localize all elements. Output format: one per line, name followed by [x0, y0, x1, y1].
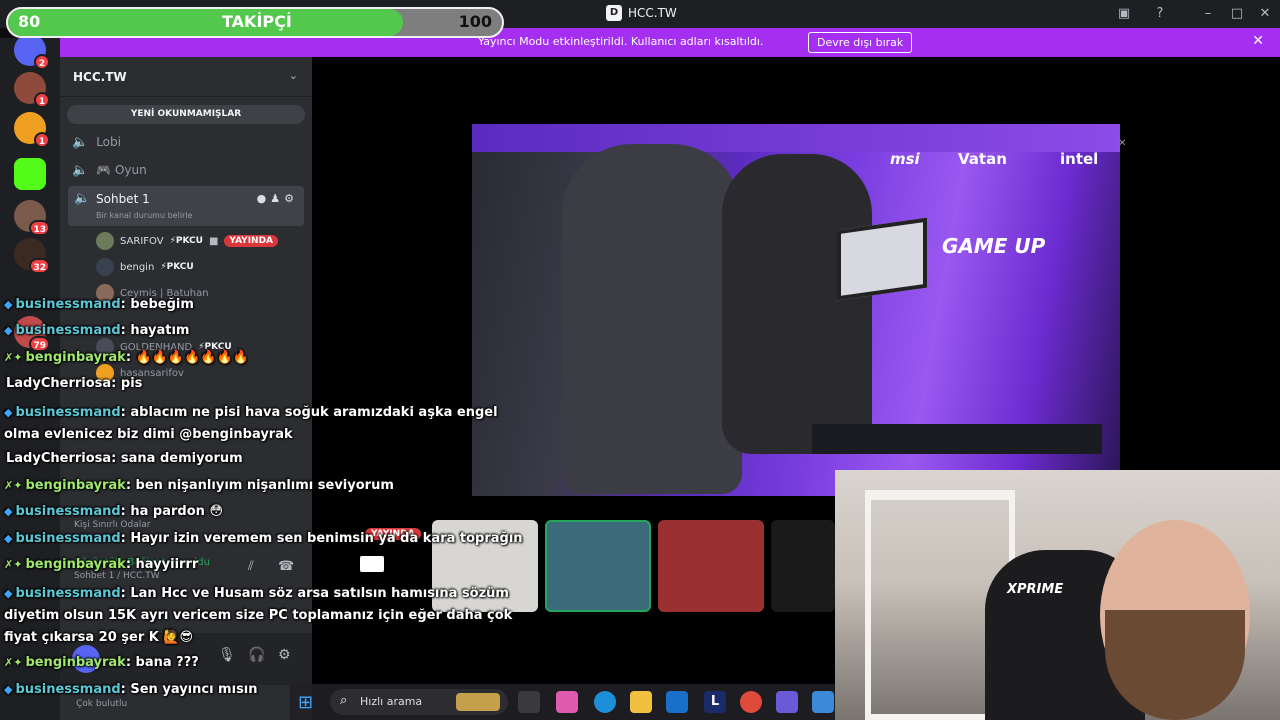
help-icon[interactable]: ?: [1150, 4, 1170, 24]
chat-username: LadyCherriosa: [6, 451, 112, 466]
chat-username: benginbayrak: [25, 478, 126, 493]
teams-icon[interactable]: [776, 691, 798, 713]
chat-username: businessmand: [15, 682, 121, 697]
follower-current: 80: [18, 12, 41, 31]
follower-goal: 100: [458, 12, 492, 31]
minimize-icon[interactable]: –: [1198, 4, 1218, 24]
chat-message: LadyCherriosa: sana demiyorum: [6, 451, 243, 466]
diamond-icon: ◆: [4, 324, 13, 337]
chat-message: ✗✦ benginbayrak: ben nişanlıyım nişanlımı…: [4, 478, 394, 493]
chat-text: : pis: [111, 376, 143, 391]
chat-text: : hayyiirrr: [125, 557, 199, 572]
chair-logo: XPRIME: [1007, 582, 1064, 597]
chat-text: : sana demiyorum: [111, 451, 243, 466]
sword-icon: ✗✦: [4, 656, 23, 669]
sponsor-logo: msi: [890, 150, 920, 168]
chat-message: ◆ businessmand: Hayır izin veremem sen be…: [4, 531, 523, 546]
participant-tile[interactable]: [545, 520, 651, 612]
laptop: [837, 217, 927, 301]
file-explorer-icon[interactable]: [630, 691, 652, 713]
chat-text: : bana ???: [125, 655, 199, 670]
chat-username: businessmand: [15, 323, 121, 338]
chat-username: benginbayrak: [25, 655, 126, 670]
app-l-icon[interactable]: L: [704, 691, 726, 713]
sponsor-logo: intel: [1060, 150, 1099, 168]
outlook-icon[interactable]: [666, 691, 688, 713]
edge-icon[interactable]: [594, 691, 616, 713]
diamond-icon: ◆: [4, 298, 13, 311]
brand-logo: GAME UP: [942, 234, 1046, 258]
app-title-text: HCC.TW: [628, 6, 677, 20]
chat-username: LadyCherriosa: [6, 376, 112, 391]
chrome-icon[interactable]: [740, 691, 762, 713]
webcam-overlay: XPRIME: [835, 470, 1280, 720]
follower-goal-bar: 80 TAKİPÇİ 100: [6, 7, 504, 38]
diamond-icon: ◆: [4, 532, 13, 545]
discord-logo-icon: D: [606, 5, 622, 21]
chat-username: businessmand: [15, 504, 121, 519]
chat-username: businessmand: [15, 405, 121, 420]
chat-message: ✗✦ benginbayrak: hayyiirrr: [4, 557, 198, 572]
sponsor-logo: Vatan: [958, 150, 1007, 168]
participant-tile[interactable]: [658, 520, 764, 612]
close-icon[interactable]: ✕: [1255, 4, 1275, 24]
chat-username: benginbayrak: [25, 557, 126, 572]
chat-text: : 🔥🔥🔥🔥🔥🔥🔥: [125, 350, 249, 365]
participant-tile[interactable]: [771, 520, 835, 612]
chat-message: ◆ businessmand: bebeğim: [4, 297, 194, 312]
main-stream-video[interactable]: msi Vatan intel GAME UP: [472, 124, 1120, 496]
chat-text: : Sen yayıncı mısın: [120, 682, 258, 697]
chat-message: ◆ businessmand: hayatım: [4, 323, 189, 338]
sword-icon: ✗✦: [4, 351, 23, 364]
diamond-icon: ◆: [4, 587, 13, 600]
app-title: D HCC.TW: [606, 5, 677, 21]
chat-text: : bebeğim: [120, 297, 194, 312]
stream-chat-overlay: ◆ businessmand: bebeğim ◆ businessmand: ha…: [0, 0, 560, 720]
chat-text: : Hayır izin veremem sen benimsin ya da …: [120, 531, 523, 546]
inbox-icon[interactable]: ▣: [1114, 4, 1134, 24]
diamond-icon: ◆: [4, 406, 13, 419]
chat-text: : hayatım: [120, 323, 190, 338]
sword-icon: ✗✦: [4, 479, 23, 492]
chat-text: : ha pardon 😳: [120, 504, 223, 519]
chat-message: ✗✦ benginbayrak: 🔥🔥🔥🔥🔥🔥🔥: [4, 350, 249, 365]
follower-goal-fill: [8, 9, 404, 36]
chat-username: benginbayrak: [25, 350, 126, 365]
chat-username: businessmand: [15, 586, 121, 601]
close-stream-icon[interactable]: ✕: [1118, 138, 1126, 149]
stream-banner: [472, 124, 1120, 152]
notice-close-icon[interactable]: ✕: [1252, 33, 1264, 49]
diamond-icon: ◆: [4, 683, 13, 696]
desk: [812, 424, 1102, 454]
chat-message: ◆ businessmand: ablacım ne pisi hava soğu…: [4, 402, 524, 446]
chat-message: ◆ businessmand: ha pardon 😳: [4, 504, 223, 519]
chat-text: : ben nişanlıyım nişanlımı seviyorum: [125, 478, 394, 493]
chat-username: businessmand: [15, 297, 121, 312]
chat-username: businessmand: [15, 531, 121, 546]
diamond-icon: ◆: [4, 505, 13, 518]
chat-message: LadyCherriosa: pis: [6, 376, 142, 391]
chat-message: ◆ businessmand: Sen yayıncı mısın: [4, 682, 258, 697]
maximize-icon[interactable]: □: [1227, 4, 1247, 24]
app-icon[interactable]: [812, 691, 834, 713]
disable-streamer-mode-button[interactable]: Devre dışı bırak: [808, 32, 913, 53]
player: [722, 154, 872, 454]
gaming-chair: [562, 144, 742, 494]
chat-message: ◆ businessmand: Lan Hcc ve Husam söz arsa…: [4, 583, 544, 649]
sword-icon: ✗✦: [4, 558, 23, 571]
follower-label: TAKİPÇİ: [222, 12, 292, 31]
chat-message: ✗✦ benginbayrak: bana ???: [4, 655, 199, 670]
